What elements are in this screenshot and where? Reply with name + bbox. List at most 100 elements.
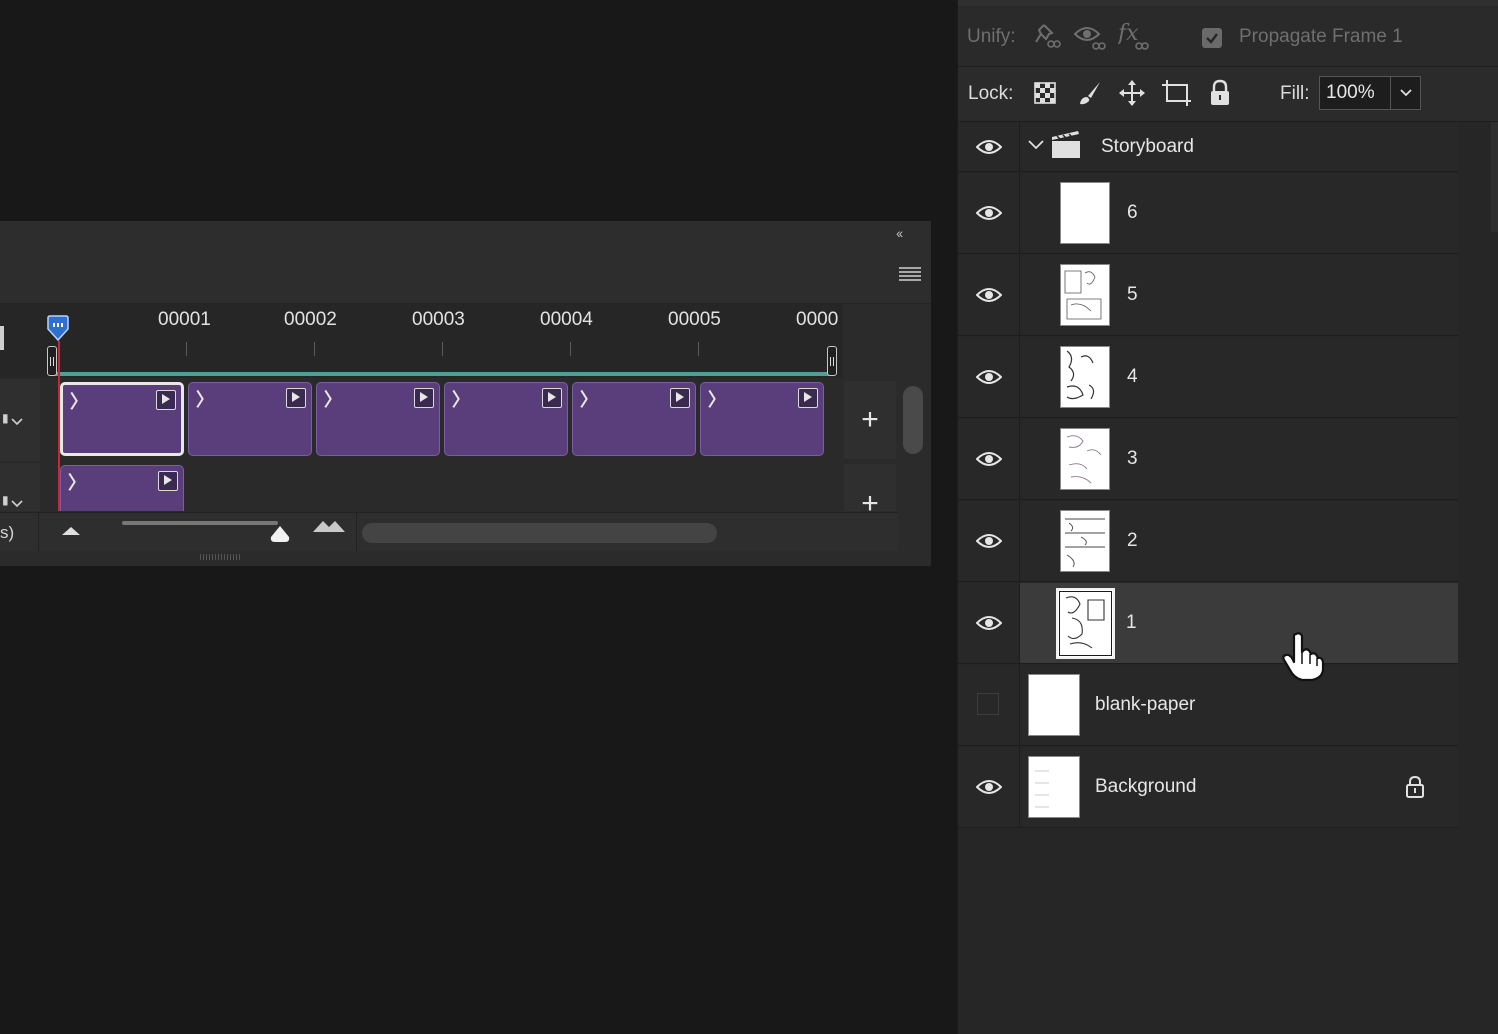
vertical-scrollbar[interactable]	[903, 386, 923, 454]
clip-transition-icon[interactable]: 〉	[708, 386, 726, 412]
clip-transition-icon[interactable]: 〉	[68, 469, 86, 495]
layer-name[interactable]: 5	[1127, 284, 1138, 306]
layer-row[interactable]: 2	[958, 501, 1458, 582]
time-ruler[interactable]: 00001 00002 00003 00004 00005 0000	[0, 304, 843, 378]
work-area-end-handle[interactable]	[827, 346, 837, 376]
lock-all-icon[interactable]	[1209, 79, 1231, 107]
layer-thumbnail	[1056, 588, 1115, 659]
clip-options-icon[interactable]	[670, 388, 690, 408]
track-header[interactable]: ▮	[0, 379, 40, 461]
layer-row[interactable]: 6	[958, 173, 1458, 254]
visibility-toggle[interactable]	[958, 122, 1020, 171]
frame-rate-label[interactable]: s)	[0, 523, 14, 543]
fill-dropdown-button[interactable]	[1390, 76, 1421, 110]
layer-name[interactable]: Storyboard	[1101, 136, 1194, 158]
lock-artboard-icon[interactable]	[1161, 79, 1193, 107]
zoom-out-icon[interactable]	[62, 527, 80, 535]
clip-transition-icon[interactable]: 〉	[324, 386, 342, 412]
clip-options-icon[interactable]	[414, 388, 434, 408]
layer-content[interactable]: 3	[1020, 419, 1458, 499]
layer-name[interactable]: Background	[1095, 776, 1196, 798]
clip-options-icon[interactable]	[798, 388, 818, 408]
layer-content[interactable]: 1	[1020, 583, 1458, 663]
eye-icon	[976, 616, 1002, 630]
layer-group-content[interactable]: Storyboard	[1020, 122, 1458, 171]
clip-options-icon[interactable]	[158, 471, 178, 491]
visibility-toggle[interactable]	[958, 255, 1020, 335]
lock-position-move-icon[interactable]	[1118, 79, 1146, 107]
visibility-off-box	[977, 693, 999, 715]
unify-position-icon[interactable]	[1030, 22, 1064, 52]
track-header[interactable]: ▮	[0, 463, 40, 511]
lock-transparency-icon[interactable]	[1034, 82, 1056, 104]
layer-content[interactable]: 4	[1020, 337, 1458, 417]
eye-icon	[976, 370, 1002, 384]
ruler-label: 0000	[796, 309, 839, 330]
layer-row[interactable]: Background	[958, 747, 1458, 828]
chevron-down-icon[interactable]	[10, 499, 24, 509]
clip[interactable]: 〉	[572, 382, 696, 456]
layer-row[interactable]: 1	[958, 583, 1458, 664]
lock-icon[interactable]	[1405, 775, 1425, 799]
horizontal-scrollbar[interactable]	[362, 523, 717, 543]
layer-name[interactable]: 6	[1127, 202, 1138, 224]
sketch-thumbnail-image	[1066, 435, 1102, 484]
clip[interactable]: 〉	[60, 382, 184, 456]
layer-name[interactable]: 2	[1127, 530, 1138, 552]
chevron-down-icon[interactable]	[10, 417, 24, 427]
collapse-panel-icon[interactable]: ‹‹	[896, 225, 903, 241]
visibility-toggle[interactable]	[958, 337, 1020, 417]
layer-content[interactable]: 2	[1020, 501, 1458, 581]
zoom-slider[interactable]	[122, 521, 278, 525]
clip-options-icon[interactable]	[156, 390, 176, 410]
visibility-toggle[interactable]	[958, 747, 1020, 827]
unify-style-icon[interactable]: fx	[1118, 20, 1154, 52]
layer-content[interactable]: 5	[1020, 255, 1458, 335]
eye-icon	[976, 288, 1002, 302]
layer-row[interactable]: 5	[958, 255, 1458, 336]
clip-transition-icon[interactable]: 〉	[70, 388, 88, 414]
fill-opacity-field[interactable]: 100%	[1319, 76, 1391, 110]
visibility-toggle[interactable]	[958, 665, 1020, 745]
playhead-handle[interactable]	[46, 315, 70, 341]
lock-pixels-brush-icon[interactable]	[1076, 80, 1104, 108]
add-media-button[interactable]: +	[844, 464, 896, 511]
add-media-button[interactable]: +	[844, 381, 896, 459]
layer-thumbnail	[1028, 674, 1080, 736]
unify-visibility-icon[interactable]	[1073, 22, 1109, 52]
chevron-down-icon[interactable]	[1027, 139, 1045, 151]
clip-options-icon[interactable]	[286, 388, 306, 408]
visibility-toggle[interactable]	[958, 173, 1020, 253]
clip-transition-icon[interactable]: 〉	[580, 386, 598, 412]
propagate-checkbox[interactable]	[1202, 28, 1222, 48]
visibility-toggle[interactable]	[958, 501, 1020, 581]
layers-scrollbar[interactable]	[1491, 122, 1498, 232]
layer-name[interactable]: 4	[1127, 366, 1138, 388]
clip-options-icon[interactable]	[542, 388, 562, 408]
panel-resize-grip[interactable]	[200, 554, 240, 560]
zoom-in-icon[interactable]	[313, 519, 345, 533]
layer-name[interactable]: blank-paper	[1095, 694, 1195, 716]
panel-menu-icon[interactable]	[899, 267, 921, 281]
layer-name[interactable]: 3	[1127, 448, 1138, 470]
visibility-toggle[interactable]	[958, 419, 1020, 499]
visibility-toggle[interactable]	[958, 583, 1020, 663]
zoom-slider-thumb[interactable]	[269, 525, 291, 543]
layer-content[interactable]: 6	[1020, 173, 1458, 253]
layer-row[interactable]: 3	[958, 419, 1458, 500]
clip[interactable]: 〉	[188, 382, 312, 456]
clip-transition-icon[interactable]: 〉	[452, 386, 470, 412]
layer-row[interactable]: 4	[958, 337, 1458, 418]
work-area-start-handle[interactable]	[47, 346, 57, 376]
clip-transition-icon[interactable]: 〉	[196, 386, 214, 412]
clip[interactable]: 〉	[60, 465, 184, 511]
layer-content[interactable]: Background	[1020, 747, 1458, 827]
layer-row[interactable]: blank-paper	[958, 665, 1458, 746]
layer-group-row[interactable]: Storyboard	[958, 122, 1458, 172]
clip[interactable]: 〉	[444, 382, 568, 456]
layer-name[interactable]: 1	[1126, 612, 1137, 634]
layer-content[interactable]: blank-paper	[1020, 665, 1458, 745]
clip[interactable]: 〉	[316, 382, 440, 456]
clip[interactable]: 〉	[700, 382, 824, 456]
work-area-bar[interactable]	[52, 372, 832, 376]
